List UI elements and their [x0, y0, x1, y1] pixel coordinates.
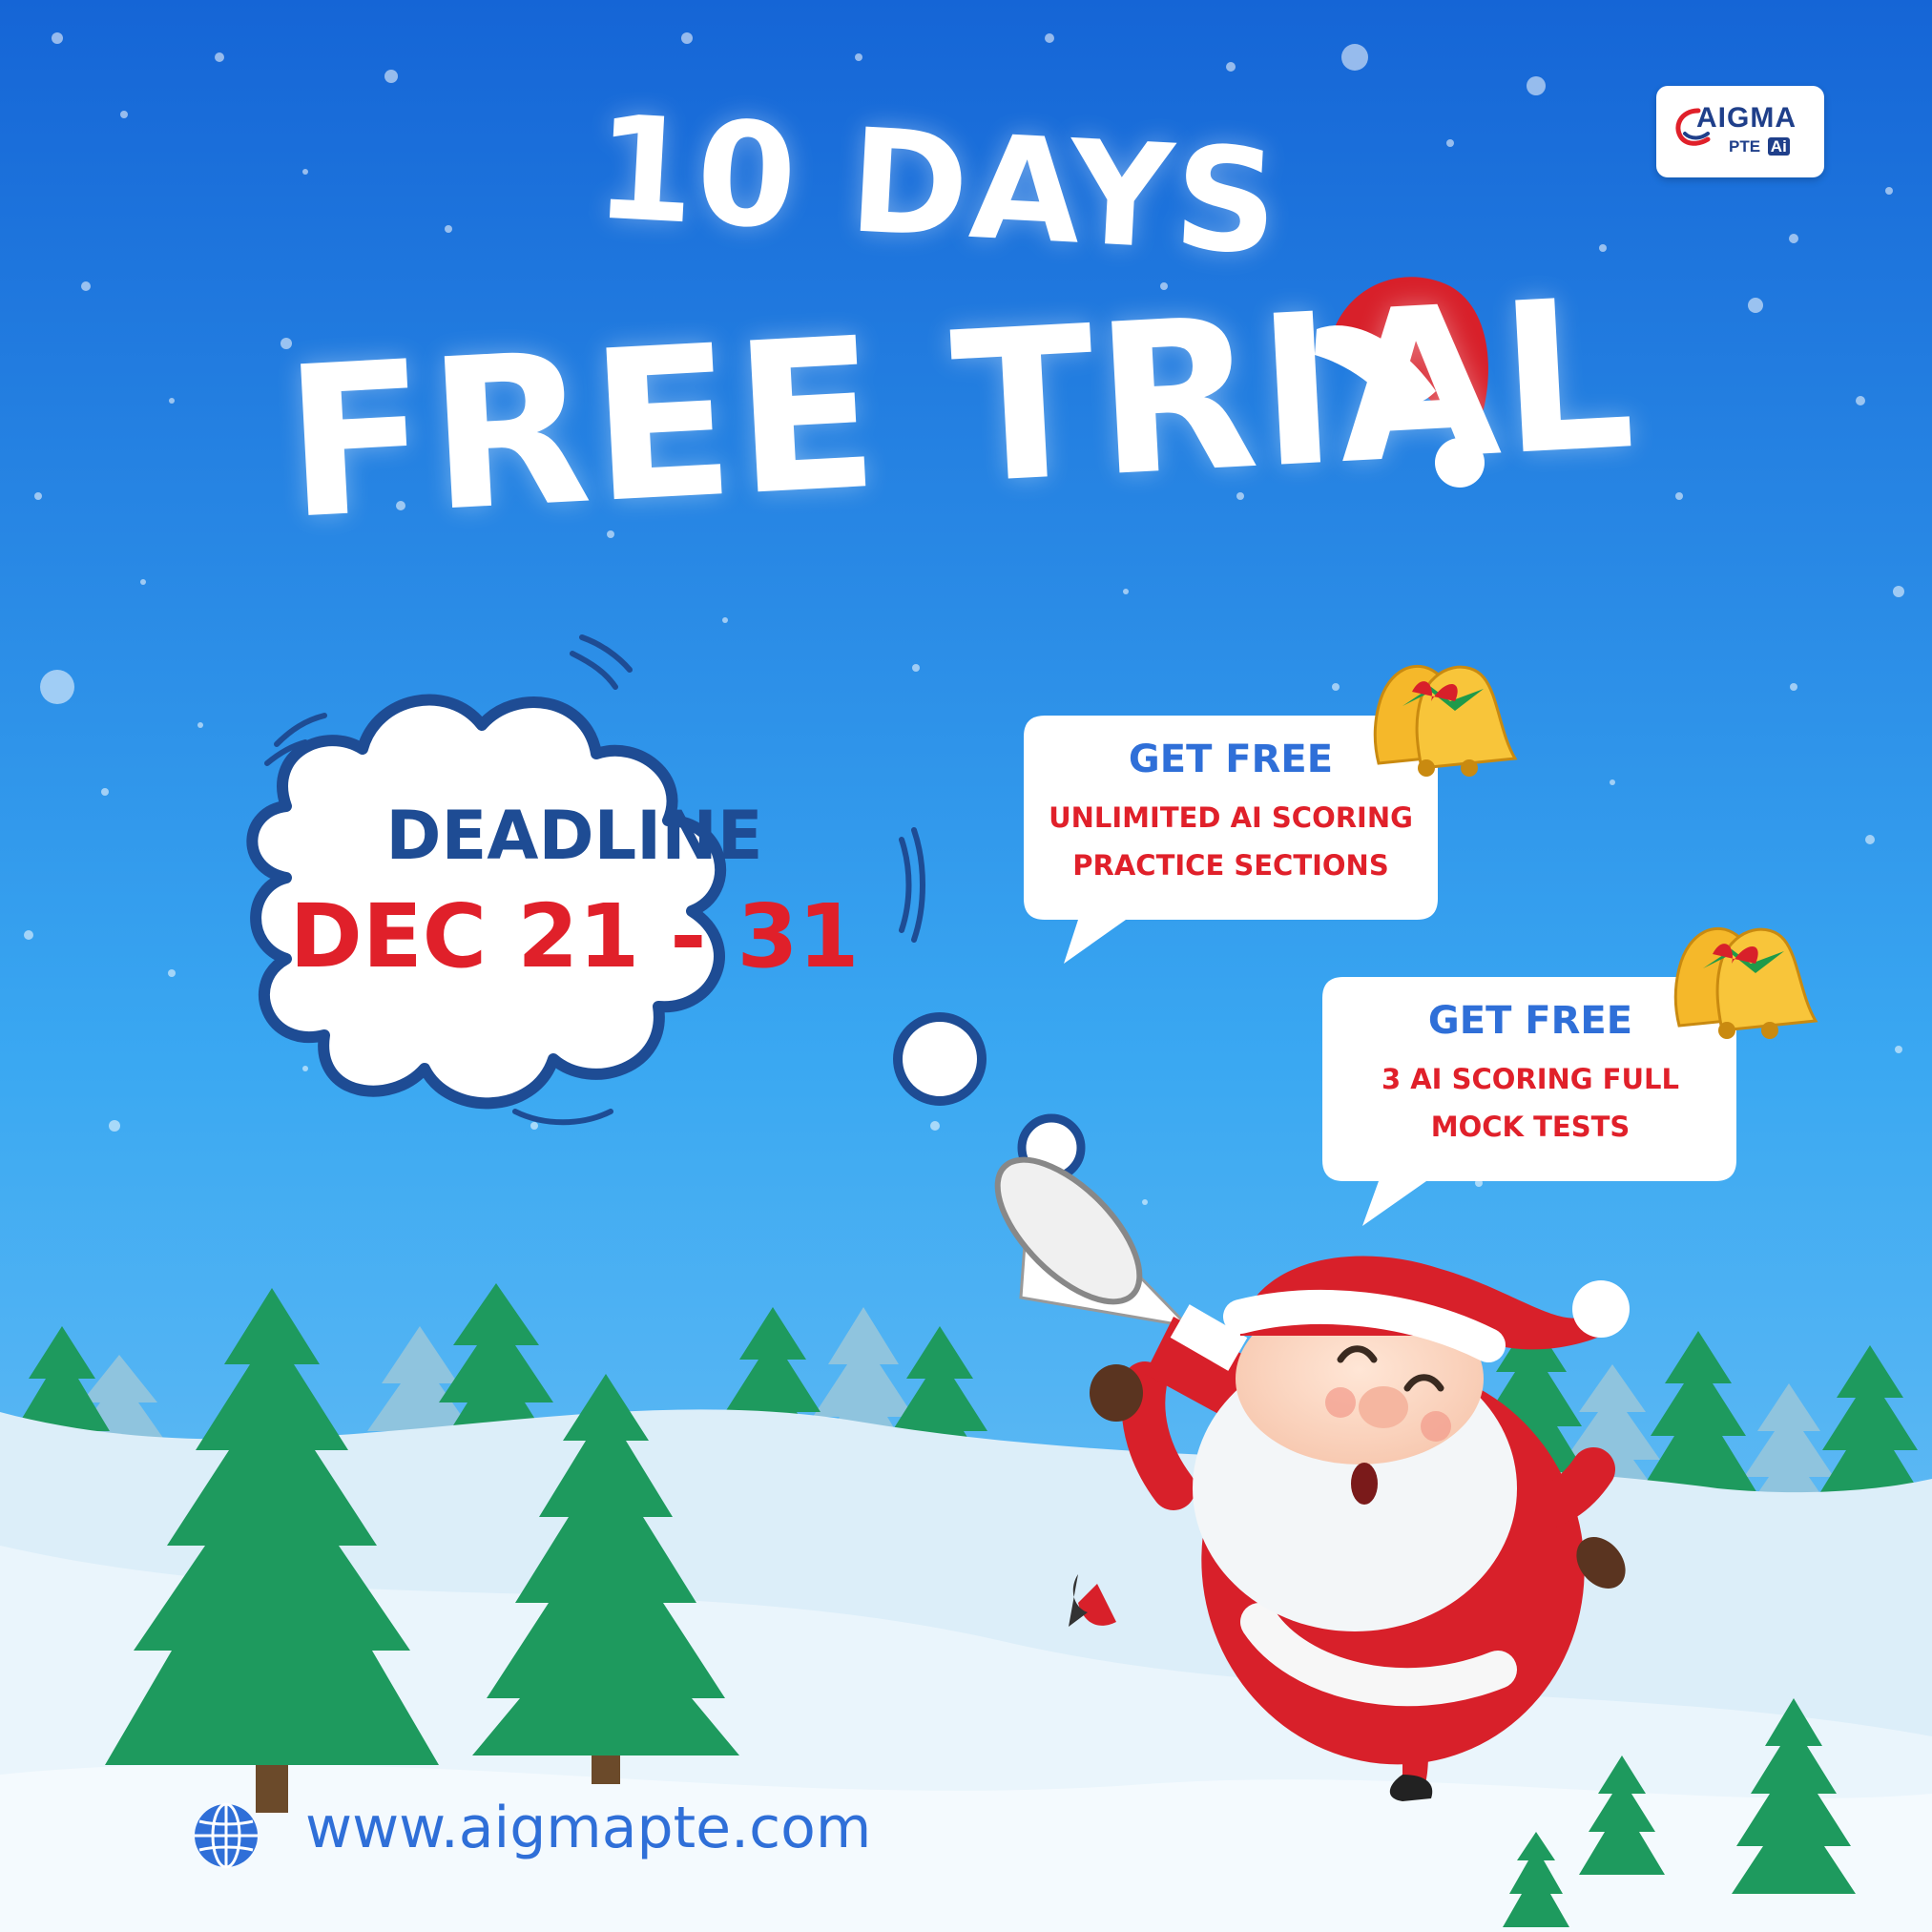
offer-2-line-2: MOCK TESTS	[1430, 1111, 1631, 1143]
offer-2-title: GET FREE	[1427, 999, 1633, 1043]
logo-ai-badge: Ai	[1767, 137, 1790, 156]
offer-1-title: GET FREE	[1128, 737, 1334, 781]
offer-1-details: UNLIMITED AI SCORING PRACTICE SECTIONS	[1021, 794, 1441, 889]
logo-sub-text: PTE	[1729, 137, 1761, 156]
offer-1-line-2: PRACTICE SECTIONS	[1072, 849, 1389, 882]
aigma-logo: AIGMA PTE Ai	[1656, 86, 1824, 177]
promo-poster: 10 DAYS FREE TRIAL DEADLINE DEC 21 - 31 …	[0, 0, 1932, 1932]
offer-2-details: 3 AI SCORING FULL MOCK TESTS	[1320, 1055, 1740, 1151]
offer-2-line-1: 3 AI SCORING FULL	[1381, 1063, 1680, 1095]
website-link[interactable]: www.aigmapte.com	[305, 1794, 871, 1862]
logo-name: AIGMA	[1696, 102, 1797, 134]
logo-subtitle: PTE Ai	[1729, 137, 1790, 156]
globe-icon	[195, 1802, 258, 1869]
deadline-dates: DEC 21 - 31	[289, 885, 860, 987]
offer-1-line-1: UNLIMITED AI SCORING	[1049, 801, 1413, 834]
deadline-label: DEADLINE	[385, 797, 763, 875]
